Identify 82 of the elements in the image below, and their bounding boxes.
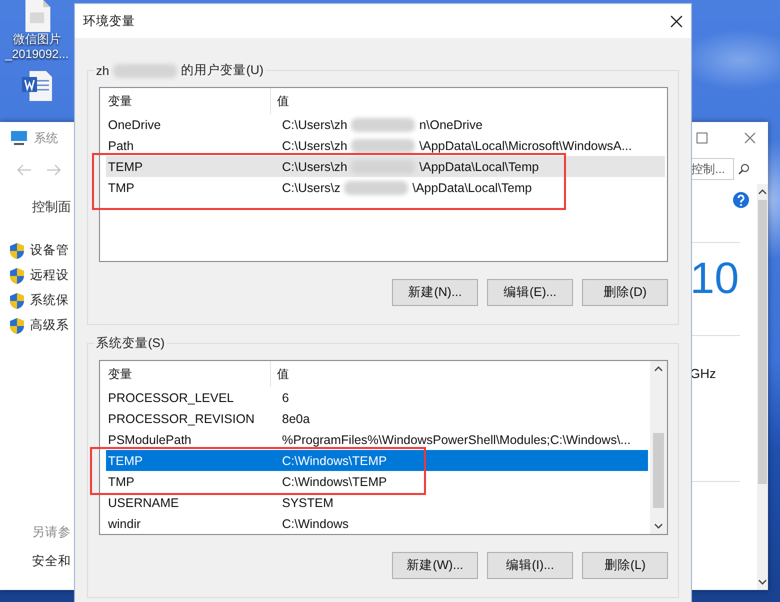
variable-row[interactable]: PSModulePath %ProgramFiles%\WindowsPowerShell\Modules;C:\Windows\... [106, 429, 648, 450]
variable-value: 6 [282, 390, 289, 404]
variable-value: \AppData\Local\Temp [412, 180, 532, 194]
column-header[interactable]: 变量 [100, 88, 270, 114]
shield-icon [10, 268, 24, 284]
variable-name: PROCESSOR_LEVEL [107, 390, 235, 404]
shield-icon [10, 292, 24, 308]
sidebar-link[interactable]: 系统保 [30, 292, 69, 309]
variable-value: C:\Users\zh [282, 138, 348, 152]
scroll-up-icon[interactable] [654, 366, 663, 372]
close-icon[interactable] [670, 14, 683, 28]
variable-name: Path [107, 138, 135, 152]
variable-name: TEMP [107, 454, 144, 468]
variable-name: TMP [107, 180, 136, 194]
window-title: 系统 [34, 130, 58, 146]
shield-icon [10, 242, 24, 258]
edition-logo-text: 10 [690, 257, 739, 301]
variable-row[interactable]: TEMP C:\Windows\TEMP [106, 450, 648, 471]
dialog-button[interactable]: 编辑(E)... [487, 279, 573, 306]
variable-row[interactable]: OneDrive C:\Users\zh n\OneDrive [106, 114, 665, 135]
sidebar-link[interactable]: 高级系 [30, 317, 69, 334]
variable-row[interactable]: PROCESSOR_REVISION 8e0a [106, 408, 648, 429]
redaction-blur [351, 138, 416, 152]
variable-value: C:\Windows [282, 516, 349, 530]
dialog-title: 环境变量 [83, 12, 135, 30]
variable-value: C:\Users\zh [282, 118, 348, 132]
variable-row[interactable]: USERNAME SYSTEM [106, 492, 648, 513]
redaction-blur [113, 64, 178, 78]
column-header[interactable]: 值 [270, 88, 667, 114]
redaction-blur [351, 118, 416, 132]
help-icon[interactable] [733, 192, 749, 208]
sidebar-heading: 控制面 [31, 198, 72, 216]
sidebar-link[interactable]: 安全和 [0, 553, 74, 570]
variable-value: %ProgramFiles%\WindowsPowerShell\Modules;C:\Windows\... [282, 432, 631, 446]
maximize-icon[interactable] [696, 132, 708, 144]
group-label: zh [96, 64, 110, 78]
search-field[interactable]: 控制... [690, 158, 734, 180]
group-label: 的用户变量(U) [181, 62, 264, 79]
dialog-button[interactable]: 删除(D) [582, 279, 668, 306]
scroll-up-icon[interactable] [758, 189, 767, 195]
word-document-icon[interactable] [22, 70, 52, 102]
variable-name: USERNAME [107, 496, 180, 510]
variable-value: \AppData\Local\Temp [419, 160, 539, 174]
scrollbar[interactable] [757, 184, 768, 590]
sidebar-link[interactable]: 设备管 [30, 242, 69, 259]
variable-row[interactable]: TEMP C:\Users\zh \AppData\Local\Temp [106, 156, 665, 177]
variable-name: OneDrive [107, 118, 162, 132]
variable-value: C:\Users\zh [282, 160, 348, 174]
variable-row[interactable]: PROCESSOR_LEVEL 6 [106, 387, 648, 408]
variable-name: windir [107, 516, 142, 530]
group-label: 系统变量(S) [96, 335, 165, 352]
variable-name: TMP [107, 474, 136, 488]
shield-icon [10, 318, 24, 334]
monitor-icon [10, 130, 28, 146]
variable-value: C:\Windows\TEMP [282, 474, 387, 488]
variable-value: C:\Users\z [282, 180, 340, 194]
variable-name: PSModulePath [107, 432, 192, 446]
variable-row[interactable]: TMP C:\Windows\TEMP [106, 471, 648, 492]
scrollbar[interactable] [650, 361, 667, 534]
dialog-button[interactable]: 新建(W)... [392, 552, 478, 579]
variable-value: C:\Windows\TEMP [282, 454, 387, 468]
search-icon [738, 163, 750, 175]
variable-value: \AppData\Local\Microsoft\WindowsA... [419, 138, 632, 152]
desktop-icon-label: 微信图片 [13, 32, 61, 47]
dialog-button[interactable]: 删除(L) [582, 552, 668, 579]
dialog-button[interactable]: 编辑(I)... [487, 552, 573, 579]
column-header[interactable]: 变量 [100, 361, 270, 387]
variable-name: TEMP [107, 160, 144, 174]
variable-value: n\OneDrive [419, 118, 483, 132]
see-also-heading: 另请参 [31, 524, 72, 541]
variable-name: PROCESSOR_REVISION [107, 412, 256, 426]
variable-value: 8e0a [282, 412, 310, 426]
variable-row[interactable]: windir C:\Windows [106, 513, 648, 534]
redaction-blur [344, 180, 408, 194]
scroll-down-icon[interactable] [654, 523, 663, 529]
dialog-button[interactable]: 新建(N)... [392, 279, 478, 306]
desktop-icon-label: _2019092... [5, 47, 69, 62]
sidebar-link[interactable]: 远程设 [30, 267, 69, 284]
variable-row[interactable]: Path C:\Users\zh \AppData\Local\Microsoft\WindowsA... [106, 135, 665, 156]
scroll-down-icon[interactable] [758, 579, 767, 585]
variable-row[interactable]: TMP C:\Users\z \AppData\Local\Temp [106, 177, 665, 198]
variable-value: SYSTEM [282, 496, 334, 510]
